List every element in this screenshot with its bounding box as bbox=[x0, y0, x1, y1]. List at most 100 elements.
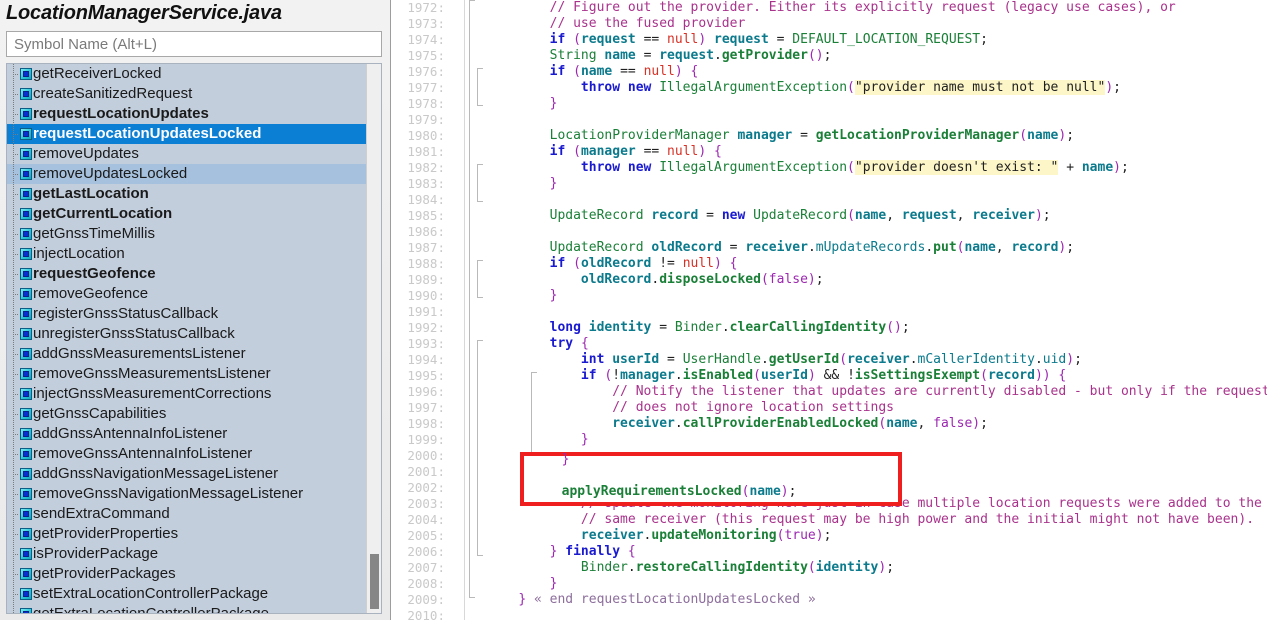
annotation-code-line: applyRequirementsLocked(name); bbox=[561, 484, 797, 499]
symbol-item-label: sendExtraCommand bbox=[33, 505, 170, 522]
symbol-item-removeGnssNavigationMessageListener[interactable]: removeGnssNavigationMessageListener bbox=[7, 484, 367, 504]
method-icon bbox=[20, 168, 32, 180]
line-number: 1995: bbox=[407, 368, 445, 383]
line-number: 1985: bbox=[407, 208, 445, 223]
symbol-item-createSanitizedRequest[interactable]: createSanitizedRequest bbox=[7, 84, 367, 104]
symbol-item-requestLocationUpdatesLocked[interactable]: requestLocationUpdatesLocked bbox=[7, 124, 367, 144]
symbol-item-addGnssNavigationMessageListener[interactable]: addGnssNavigationMessageListener bbox=[7, 464, 367, 484]
method-icon bbox=[20, 548, 32, 560]
symbol-item-getExtraLocationControllerPackage[interactable]: getExtraLocationControllerPackage bbox=[7, 604, 367, 613]
line-number: 1999: bbox=[407, 432, 445, 447]
symbol-item-label: removeUpdatesLocked bbox=[33, 165, 188, 182]
method-icon bbox=[20, 368, 32, 380]
symbol-item-label: removeGeofence bbox=[33, 285, 149, 302]
annotation-rectangle: } applyRequirementsLocked(name); bbox=[520, 452, 902, 506]
code-line: try { bbox=[549, 336, 589, 351]
method-icon bbox=[20, 408, 32, 420]
line-number: 1977: bbox=[407, 80, 445, 95]
code-line: // same receiver (this request may be hi… bbox=[580, 512, 1255, 527]
symbol-item-label: addGnssMeasurementsListener bbox=[33, 345, 246, 362]
line-number: 1981: bbox=[407, 144, 445, 159]
fold-guide bbox=[477, 68, 484, 106]
method-icon bbox=[20, 68, 32, 80]
code-line: if (manager == null) { bbox=[549, 144, 722, 159]
symbol-item-addGnssMeasurementsListener[interactable]: addGnssMeasurementsListener bbox=[7, 344, 367, 364]
line-number: 1990: bbox=[407, 288, 445, 303]
method-icon bbox=[20, 588, 32, 600]
method-icon bbox=[20, 328, 32, 340]
line-number: 1979: bbox=[407, 112, 445, 127]
line-number: 1992: bbox=[407, 320, 445, 335]
fold-guide bbox=[477, 340, 484, 556]
symbol-item-label: requestLocationUpdates bbox=[33, 105, 209, 122]
line-number: 1982: bbox=[407, 160, 445, 175]
symbol-item-getReceiverLocked[interactable]: getReceiverLocked bbox=[7, 64, 367, 84]
symbol-item-setExtraLocationControllerPackage[interactable]: setExtraLocationControllerPackage bbox=[7, 584, 367, 604]
method-icon bbox=[20, 468, 32, 480]
symbol-item-injectGnssMeasurementCorrections[interactable]: injectGnssMeasurementCorrections bbox=[7, 384, 367, 404]
symbol-item-requestGeofence[interactable]: requestGeofence bbox=[7, 264, 367, 284]
symbol-item-sendExtraCommand[interactable]: sendExtraCommand bbox=[7, 504, 367, 524]
code-line: receiver.callProviderEnabledLocked(name,… bbox=[612, 416, 988, 431]
symbol-item-getGnssCapabilities[interactable]: getGnssCapabilities bbox=[7, 404, 367, 424]
line-number: 1980: bbox=[407, 128, 445, 143]
symbol-item-getProviderPackages[interactable]: getProviderPackages bbox=[7, 564, 367, 584]
symbol-item-label: getGnssCapabilities bbox=[33, 405, 167, 422]
method-icon bbox=[20, 308, 32, 320]
symbol-item-removeGeofence[interactable]: removeGeofence bbox=[7, 284, 367, 304]
symbol-item-addGnssAntennaInfoListener[interactable]: addGnssAntennaInfoListener bbox=[7, 424, 367, 444]
symbol-search-input[interactable] bbox=[6, 31, 382, 57]
symbol-item-removeUpdates[interactable]: removeUpdates bbox=[7, 144, 367, 164]
symbol-item-getGnssTimeMillis[interactable]: getGnssTimeMillis bbox=[7, 224, 367, 244]
scrollbar-thumb[interactable] bbox=[370, 554, 379, 609]
code-line: } bbox=[580, 432, 589, 447]
line-number: 2006: bbox=[407, 544, 445, 559]
symbol-item-getLastLocation[interactable]: getLastLocation bbox=[7, 184, 367, 204]
code-line: long identity = Binder.clearCallingIdent… bbox=[549, 320, 910, 335]
symbol-item-getProviderProperties[interactable]: getProviderProperties bbox=[7, 524, 367, 544]
symbol-item-label: getGnssTimeMillis bbox=[33, 225, 155, 242]
symbol-item-label: requestLocationUpdatesLocked bbox=[33, 125, 262, 142]
symbol-item-removeUpdatesLocked[interactable]: removeUpdatesLocked bbox=[7, 164, 367, 184]
code-line: } bbox=[549, 176, 558, 191]
symbol-item-registerGnssStatusCallback[interactable]: registerGnssStatusCallback bbox=[7, 304, 367, 324]
method-icon bbox=[20, 568, 32, 580]
fold-column[interactable] bbox=[465, 0, 487, 620]
line-number: 1984: bbox=[407, 192, 445, 207]
symbol-item-injectLocation[interactable]: injectLocation bbox=[7, 244, 367, 264]
symbol-item-removeGnssAntennaInfoListener[interactable]: removeGnssAntennaInfoListener bbox=[7, 444, 367, 464]
line-number: 1972: bbox=[407, 0, 445, 15]
symbol-tree-scrollbar[interactable] bbox=[366, 64, 381, 613]
symbol-tree[interactable]: getReceiverLocked createSanitizedRequest r… bbox=[6, 63, 382, 614]
line-number: 1994: bbox=[407, 352, 445, 367]
code-line: int userId = UserHandle.getUserId(receiv… bbox=[580, 352, 1082, 367]
symbol-item-label: setExtraLocationControllerPackage bbox=[33, 585, 269, 602]
code-line: throw new IllegalArgumentException("prov… bbox=[580, 160, 1129, 175]
symbol-item-label: getProviderPackages bbox=[33, 565, 176, 582]
code-line: // use the fused provider bbox=[549, 16, 746, 31]
code-line: String name = request.getProvider(); bbox=[549, 48, 832, 63]
symbol-item-unregisterGnssStatusCallback[interactable]: unregisterGnssStatusCallback bbox=[7, 324, 367, 344]
code-line: if (oldRecord != null) { bbox=[549, 256, 738, 271]
line-number: 1998: bbox=[407, 416, 445, 431]
ide-window: LocationManagerService.java getReceiverL… bbox=[0, 0, 1267, 620]
line-number: 1973: bbox=[407, 16, 445, 31]
symbol-item-label: getLastLocation bbox=[33, 185, 149, 202]
method-icon bbox=[20, 288, 32, 300]
code-text[interactable]: // Figure out the provider. Either its e… bbox=[487, 0, 1267, 620]
line-number: 2007: bbox=[407, 560, 445, 575]
symbol-item-label: injectLocation bbox=[33, 245, 125, 262]
symbol-item-removeGnssMeasurementsListener[interactable]: removeGnssMeasurementsListener bbox=[7, 364, 367, 384]
method-icon bbox=[20, 108, 32, 120]
method-icon bbox=[20, 248, 32, 260]
symbol-panel: LocationManagerService.java getReceiverL… bbox=[0, 0, 391, 620]
page-title: LocationManagerService.java bbox=[6, 2, 282, 24]
line-number: 2001: bbox=[407, 464, 445, 479]
symbol-item-getCurrentLocation[interactable]: getCurrentLocation bbox=[7, 204, 367, 224]
code-editor[interactable]: 1972: 1973: 1974: 1975: 1976: 1977: 1978: 1979:… bbox=[391, 0, 1267, 620]
symbol-item-isProviderPackage[interactable]: isProviderPackage bbox=[7, 544, 367, 564]
method-icon bbox=[20, 228, 32, 240]
symbol-item-requestLocationUpdates[interactable]: requestLocationUpdates bbox=[7, 104, 367, 124]
